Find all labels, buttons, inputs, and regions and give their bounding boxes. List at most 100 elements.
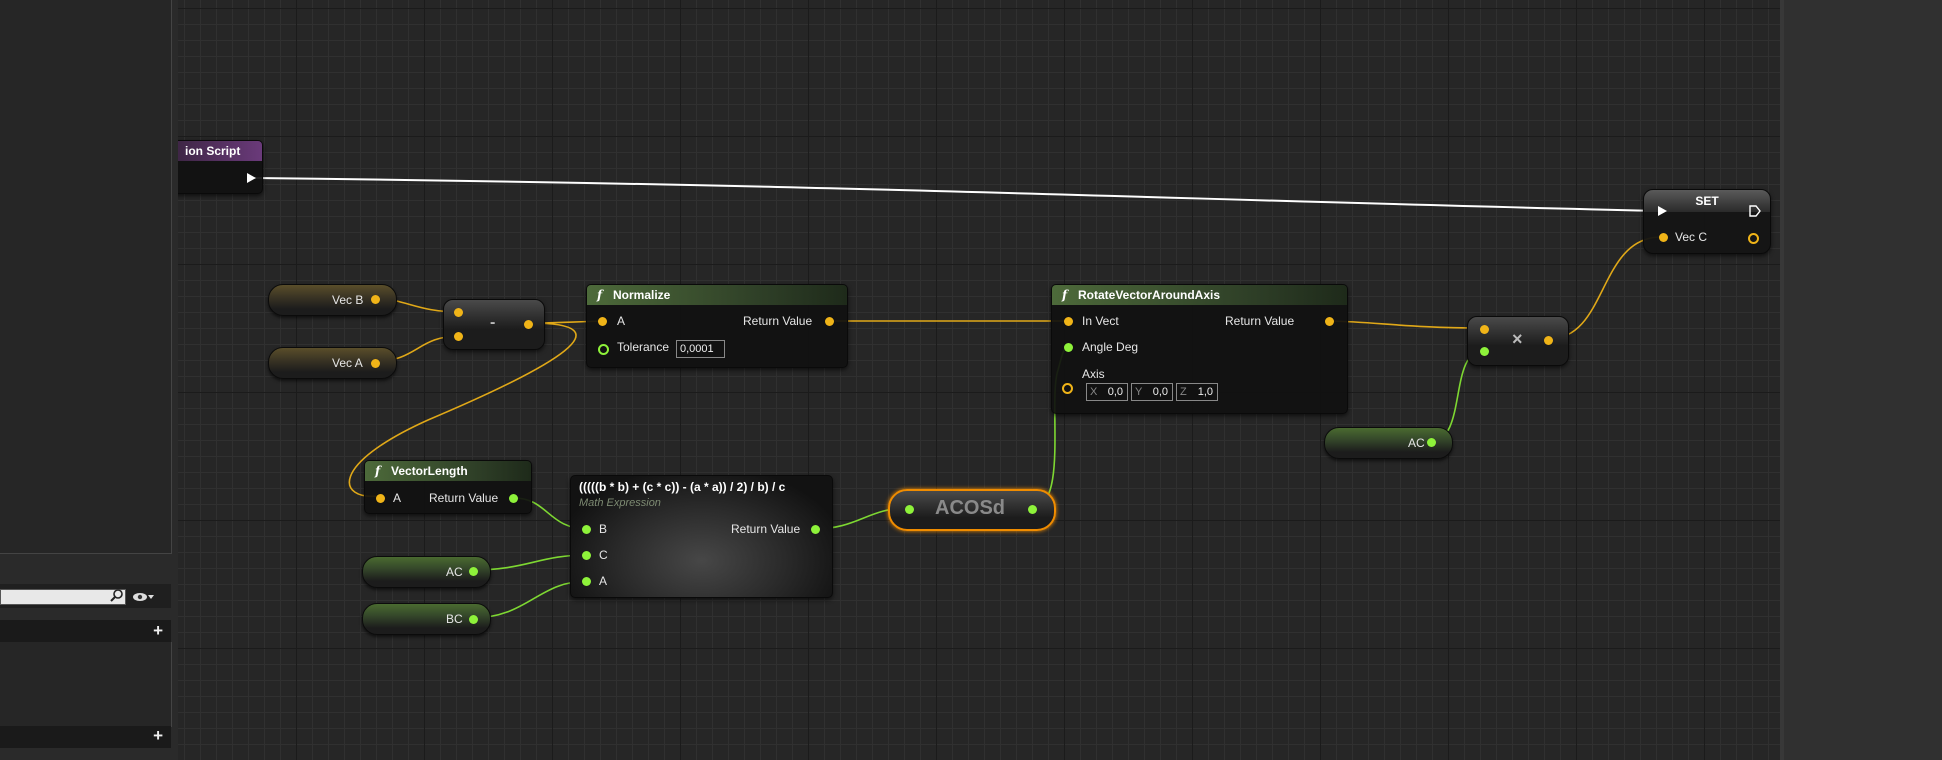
tolerance-input[interactable]: 0,0001: [676, 340, 725, 358]
math-expression-node[interactable]: (((((b * b) + (c * c)) - (a * a)) / 2) /…: [570, 475, 833, 598]
normalize-node[interactable]: f Normalize A Tolerance 0,0001 Return Val…: [586, 284, 848, 368]
multiply-node[interactable]: ×: [1467, 316, 1569, 366]
input-pin-a[interactable]: [376, 494, 385, 503]
add-icon[interactable]: +: [153, 621, 163, 641]
input-pin-a[interactable]: [454, 308, 463, 317]
set-node[interactable]: SET Vec C: [1643, 189, 1771, 254]
node-title: ACOSd: [935, 497, 1005, 519]
output-pin[interactable]: [524, 320, 533, 329]
pin-label: A: [599, 574, 608, 588]
input-pin-c[interactable]: [582, 551, 591, 560]
axis-pin[interactable]: [1062, 383, 1073, 394]
output-pin[interactable]: [1544, 336, 1553, 345]
wires-layer: [248, 177, 1664, 619]
function-icon: f: [597, 288, 603, 302]
node-title: RotateVectorAroundAxis: [1078, 288, 1221, 302]
input-pin-a[interactable]: [1480, 325, 1489, 334]
add-icon[interactable]: +: [153, 726, 163, 746]
axis-label: Z: [1180, 386, 1187, 398]
output-pin[interactable]: [371, 295, 380, 304]
axis-label: X: [1090, 386, 1098, 398]
ac-variable[interactable]: AC: [362, 556, 491, 588]
acosd-node[interactable]: ACOSd: [888, 489, 1056, 531]
graph-editor[interactable]: ion Script SET Vec C Vec B Vec A - f Norm…: [178, 0, 1782, 760]
tolerance-pin[interactable]: [598, 344, 609, 355]
axis-value: 0,0: [1152, 386, 1168, 398]
pin-label: Return Value: [1225, 314, 1295, 328]
variable-label: Vec A: [332, 356, 363, 370]
axis-x-input[interactable]: X 0,0: [1086, 383, 1128, 401]
variables-section-header: +: [0, 620, 171, 642]
details-panel: [1784, 0, 1942, 760]
input-pin-b[interactable]: [454, 332, 463, 341]
search-input[interactable]: [0, 589, 126, 605]
output-pin[interactable]: [811, 525, 820, 534]
output-pin[interactable]: [469, 567, 478, 576]
components-panel: [0, 0, 172, 554]
functions-section-header: +: [0, 726, 171, 748]
input-pin-b[interactable]: [582, 525, 591, 534]
input-pin-b[interactable]: [1480, 347, 1489, 356]
axis-label: Y: [1135, 386, 1143, 398]
node-title: Normalize: [613, 288, 671, 302]
output-pin[interactable]: [1325, 317, 1334, 326]
in-vect-pin[interactable]: [1064, 317, 1073, 326]
input-pin-a[interactable]: [582, 577, 591, 586]
axis-y-input[interactable]: Y 0,0: [1131, 383, 1173, 401]
vec-c-out-pin[interactable]: [1748, 233, 1759, 244]
subtract-node[interactable]: -: [443, 299, 545, 350]
ac-variable[interactable]: AC: [1324, 427, 1453, 459]
pin-label: In Vect: [1082, 314, 1119, 328]
pin-label: Tolerance: [617, 340, 670, 354]
search-bar: [0, 584, 171, 608]
vec-a-variable[interactable]: Vec A: [268, 347, 397, 379]
construction-script-node[interactable]: ion Script: [178, 140, 263, 194]
variable-label: AC: [1408, 436, 1425, 450]
input-pin-a[interactable]: [598, 317, 607, 326]
variable-label: AC: [446, 565, 463, 579]
function-icon: f: [375, 464, 381, 478]
variable-label: BC: [446, 612, 463, 626]
output-pin[interactable]: [371, 359, 380, 368]
vec-b-variable[interactable]: Vec B: [268, 284, 397, 316]
pin-label: B: [599, 522, 608, 536]
angle-deg-pin[interactable]: [1064, 343, 1073, 352]
pin-label: A: [393, 491, 402, 505]
exec-out-pin[interactable]: [247, 173, 256, 183]
wire-rot-mul: [1329, 320, 1484, 329]
vector-length-node[interactable]: f VectorLength A Return Value: [364, 460, 532, 514]
output-pin[interactable]: [469, 615, 478, 624]
exec-wire: [248, 177, 1664, 212]
pin-label: A: [617, 314, 626, 328]
node-title: ion Script: [178, 141, 262, 161]
output-pin[interactable]: [509, 494, 518, 503]
vec-c-in-pin[interactable]: [1659, 233, 1668, 242]
node-subtitle: Math Expression: [579, 497, 661, 509]
eye-icon[interactable]: [133, 590, 155, 608]
node-title: (((((b * b) + (c * c)) - (a * a)) / 2) /…: [579, 480, 786, 494]
exec-out-pin[interactable]: [1749, 205, 1761, 220]
pin-label: Axis: [1082, 367, 1105, 381]
pin-label: Angle Deg: [1082, 340, 1139, 354]
bc-variable[interactable]: BC: [362, 603, 491, 635]
rotate-vector-around-axis-node[interactable]: f RotateVectorAroundAxis In Vect Angle De…: [1051, 284, 1348, 414]
output-pin[interactable]: [825, 317, 834, 326]
pin-label: Return Value: [429, 491, 499, 505]
input-pin[interactable]: [905, 505, 914, 514]
operator-symbol: ×: [1512, 329, 1523, 349]
operator-symbol: -: [490, 314, 496, 331]
pin-label: Vec C: [1675, 230, 1708, 244]
axis-value: 1,0: [1197, 386, 1213, 398]
pin-label: Return Value: [743, 314, 813, 328]
pin-label: Return Value: [731, 522, 801, 536]
output-pin[interactable]: [1028, 505, 1037, 514]
node-title: VectorLength: [391, 464, 468, 478]
axis-value: 0,0: [1107, 386, 1123, 398]
pin-label: C: [599, 548, 608, 562]
exec-in-pin[interactable]: [1658, 206, 1667, 216]
axis-z-input[interactable]: Z 1,0: [1176, 383, 1218, 401]
variable-label: Vec B: [332, 293, 364, 307]
search-icon[interactable]: [110, 588, 124, 607]
output-pin[interactable]: [1427, 438, 1436, 447]
variables-section-body: [0, 642, 172, 727]
